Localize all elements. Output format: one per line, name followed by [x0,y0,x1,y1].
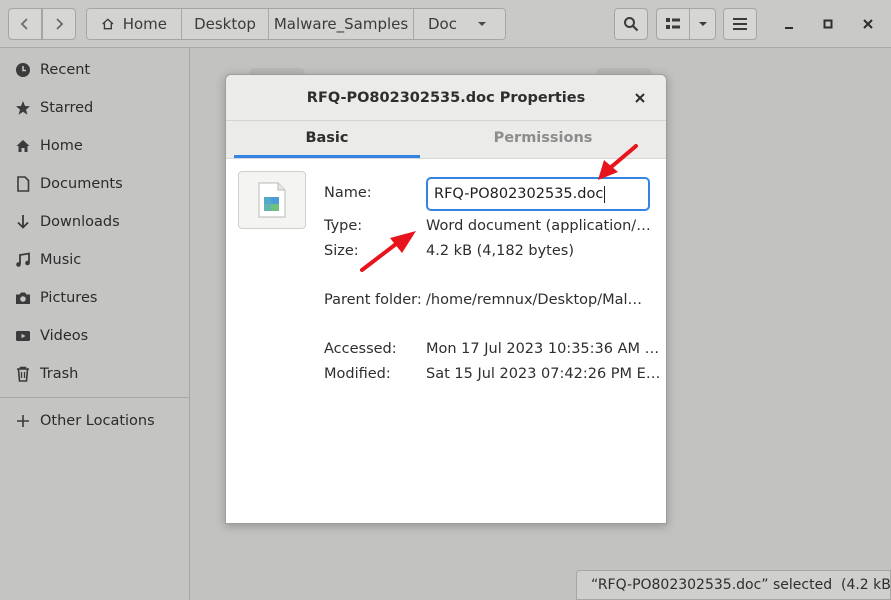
dialog-tabs: Basic Permissions [226,121,666,159]
tab-label: Basic [305,130,349,146]
name-field-value: RFQ-PO802302535.doc [434,186,604,202]
parent-folder-label: Parent folder: [324,292,422,308]
plus-icon [14,412,32,430]
tab-permissions[interactable]: Permissions [420,121,666,158]
breadcrumb-label: Desktop [194,15,256,33]
sidebar-item-pictures[interactable]: Pictures [0,279,189,317]
sidebar-item-home[interactable]: Home [0,127,189,165]
sidebar-item-label: Recent [40,62,91,78]
search-icon [624,17,639,32]
video-icon [14,327,32,345]
star-icon [14,99,32,117]
breadcrumb: Home Desktop Malware_Samples Doc [86,8,506,40]
sidebar-item-music[interactable]: Music [0,241,189,279]
modified-value: Sat 15 Jul 2023 07:42:26 PM EDT [426,366,661,382]
document-icon [14,175,32,193]
chevron-down-icon [698,22,707,26]
minimize-icon [785,27,793,29]
tab-label: Permissions [493,130,593,146]
home-icon [14,137,32,155]
forward-button[interactable] [42,8,76,40]
sidebar-item-label: Pictures [40,290,98,306]
sidebar-item-trash[interactable]: Trash [0,355,189,393]
view-mode-button[interactable] [656,8,690,40]
trash-icon [14,365,32,383]
sidebar-item-starred[interactable]: Starred [0,89,189,127]
breadcrumb-doc[interactable]: Doc [414,9,505,39]
close-window-button[interactable] [858,14,878,34]
sidebar-item-recent[interactable]: Recent [0,51,189,89]
file-type-icon [238,171,306,229]
home-icon [102,18,114,30]
tab-basic[interactable]: Basic [234,121,420,158]
breadcrumb-label: Doc [428,15,457,33]
dialog-title: RFQ-PO802302535.doc Properties [306,89,586,106]
sidebar-item-other-locations[interactable]: Other Locations [0,402,189,440]
properties-dialog: RFQ-PO802302535.doc Properties Basic Per… [225,74,667,524]
sidebar-item-videos[interactable]: Videos [0,317,189,355]
size-label: Size: [324,243,359,259]
maximize-button[interactable] [818,14,838,34]
minimize-button[interactable] [779,14,799,34]
search-button[interactable] [614,8,648,40]
sidebar-item-label: Home [40,138,83,154]
sidebar-separator [0,397,189,398]
list-view-icon [666,18,680,29]
close-icon [635,93,645,103]
header-bar: Home Desktop Malware_Samples Doc [0,0,891,48]
dialog-titlebar: RFQ-PO802302535.doc Properties [226,75,666,121]
sidebar-item-downloads[interactable]: Downloads [0,203,189,241]
status-text: “RFQ-PO802302535.doc” selected (4.2 kB) [591,577,891,593]
breadcrumb-label: Home [122,15,167,33]
accessed-value: Mon 17 Jul 2023 10:35:36 AM EDT [426,341,661,357]
camera-icon [14,289,32,307]
clock-icon [14,61,32,79]
sidebar-item-label: Starred [40,100,94,116]
status-bar: “RFQ-PO802302535.doc” selected (4.2 kB) [576,570,891,600]
view-options-button[interactable] [689,8,716,40]
back-button[interactable] [8,8,42,40]
hamburger-menu-icon [733,18,747,30]
music-icon [14,251,32,269]
size-value: 4.2 kB (4,182 bytes) [426,243,575,259]
dialog-close-button[interactable] [630,88,650,108]
breadcrumb-label: Malware_Samples [273,15,409,33]
sidebar-item-label: Videos [40,328,89,344]
sidebar-item-documents[interactable]: Documents [0,165,189,203]
sidebar: Recent Starred Home Documents Downloads … [0,48,190,600]
chevron-down-icon [477,22,486,26]
menu-button[interactable] [723,8,757,40]
maximize-icon [823,19,833,29]
breadcrumb-home[interactable]: Home [87,9,182,39]
sidebar-item-label: Music [40,252,82,268]
modified-label: Modified: [324,366,391,382]
download-icon [14,213,32,231]
name-field[interactable]: RFQ-PO802302535.doc [426,177,650,211]
chevron-left-icon [20,18,28,30]
breadcrumb-desktop[interactable]: Desktop [182,9,269,39]
sidebar-item-label: Other Locations [40,413,155,429]
sidebar-item-label: Trash [40,366,79,382]
accessed-label: Accessed: [324,341,397,357]
sidebar-item-label: Documents [40,176,123,192]
close-icon [863,19,873,29]
name-label: Name: [324,185,372,201]
breadcrumb-malware-samples[interactable]: Malware_Samples [269,9,414,39]
word-document-icon [258,182,286,218]
chevron-right-icon [56,18,64,30]
type-value: Word document (application/msword) [426,218,652,234]
parent-folder-value[interactable]: /home/remnux/Desktop/Malware_Samples/Doc [426,292,650,308]
sidebar-item-label: Downloads [40,214,120,230]
text-cursor [604,185,606,203]
type-label: Type: [324,218,363,234]
